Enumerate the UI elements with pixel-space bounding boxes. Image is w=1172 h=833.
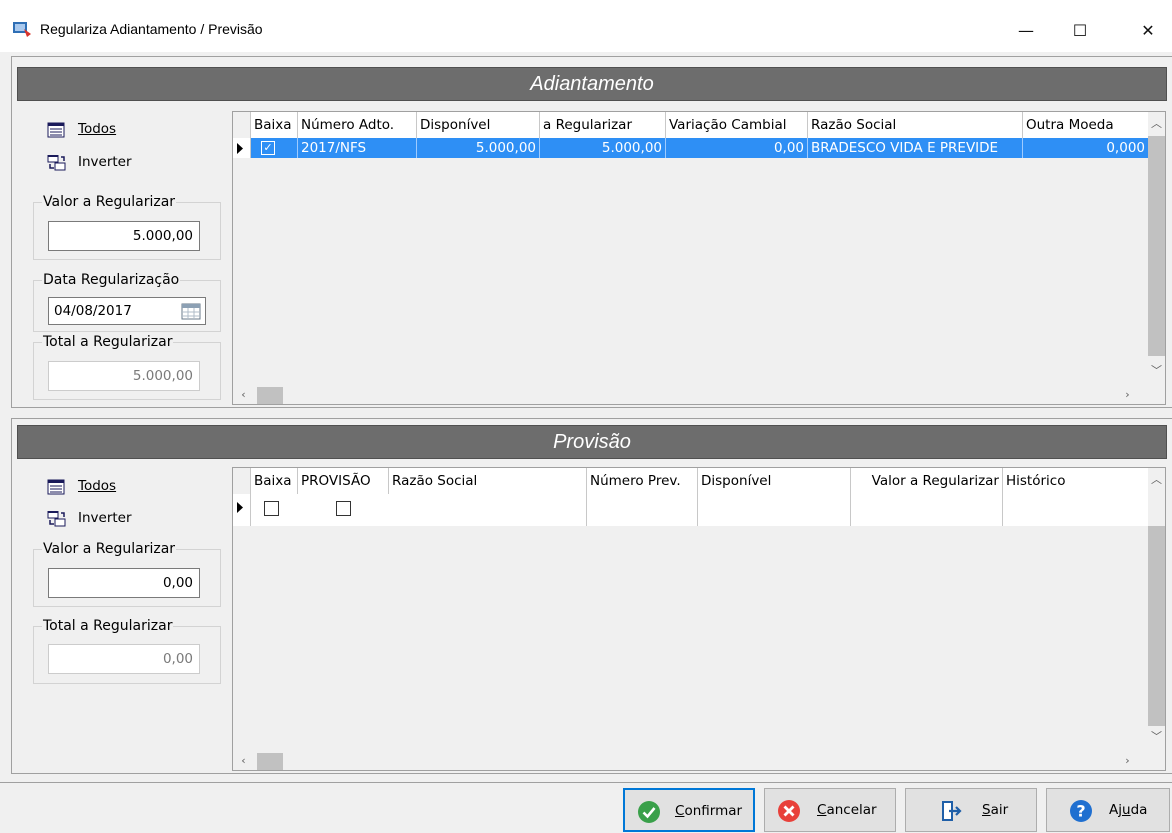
total-regularizar-label: Total a Regularizar [42, 333, 174, 351]
col-numero-prev[interactable]: Número Prev. [587, 468, 698, 526]
todos-label: Todos [78, 121, 117, 137]
scroll-left-icon[interactable]: ‹ [235, 388, 252, 401]
exit-door-icon [942, 801, 962, 821]
scroll-up-icon[interactable]: ︿ [1148, 115, 1165, 131]
adiantamento-grid[interactable]: Baixa Número Adto. Disponível a Regulari… [232, 111, 1166, 405]
scroll-thumb[interactable] [257, 753, 283, 770]
select-all-icon [47, 479, 65, 495]
provisao-grid[interactable]: Baixa PROVISÃO Razão Social Número Prev.… [232, 467, 1166, 771]
window-title: Regulariza Adiantamento / Previsão [40, 21, 263, 37]
provisao-checkbox[interactable] [336, 501, 351, 516]
valor-regularizar-label: Valor a Regularizar [42, 540, 177, 558]
adiantamento-horizontal-scrollbar[interactable]: ‹ › [233, 387, 1149, 404]
close-button[interactable]: ✕ [1136, 18, 1160, 42]
total-regularizar-group: Total a Regularizar 5.000,00 [33, 333, 221, 400]
adiantamento-grid-header: Baixa Número Adto. Disponível a Regulari… [233, 112, 1149, 138]
help-question-icon: ? [1070, 800, 1092, 822]
cell-disponivel: 5.000,00 [417, 138, 540, 158]
scroll-down-icon[interactable]: ﹀ [1148, 362, 1165, 378]
cell-baixa[interactable]: ✓ [251, 138, 298, 158]
provisao-grid-header: Baixa PROVISÃO Razão Social Número Prev.… [233, 468, 1149, 526]
invert-selection-icon [47, 155, 66, 171]
sair-button[interactable]: Sair [905, 788, 1037, 832]
scroll-up-icon[interactable]: ︿ [1148, 471, 1165, 487]
col-outra-moeda[interactable]: Outra Moeda [1023, 112, 1149, 138]
valor-regularizar-group: Valor a Regularizar 5.000,00 [33, 193, 221, 260]
total-regularizar-field: 5.000,00 [48, 361, 200, 391]
current-row-arrow-icon [237, 502, 243, 513]
data-regularizacao-value: 04/08/2017 [54, 303, 132, 319]
cancelar-button[interactable]: Cancelar [764, 788, 896, 832]
total-regularizar-group: Total a Regularizar 0,00 [33, 617, 221, 684]
todos-label: Todos [78, 478, 117, 494]
baixa-checkbox-checked[interactable]: ✓ [261, 141, 275, 155]
sair-label: Sair [982, 802, 1009, 818]
col-baixa[interactable]: Baixa [251, 468, 298, 494]
total-regularizar-label: Total a Regularizar [42, 617, 174, 635]
data-regularizacao-input[interactable]: 04/08/2017 [48, 297, 206, 325]
valor-regularizar-label: Valor a Regularizar [42, 193, 177, 211]
adiantamento-section: Adiantamento Todos Inverter Valor a Regu… [11, 56, 1172, 408]
cancelar-label: Cancelar [817, 802, 877, 818]
confirmar-button[interactable]: Confirmar [623, 788, 755, 832]
valor-regularizar-input[interactable]: 0,00 [48, 568, 200, 598]
scroll-thumb[interactable] [1148, 526, 1165, 726]
row-indicator [233, 494, 251, 526]
scroll-right-icon[interactable]: › [1119, 388, 1136, 401]
valor-regularizar-group: Valor a Regularizar 0,00 [33, 540, 221, 607]
scroll-left-icon[interactable]: ‹ [235, 754, 252, 767]
minimize-button[interactable]: — [1014, 18, 1038, 42]
ajuda-label: Ajuda [1109, 802, 1148, 818]
confirmar-label: Confirmar [675, 803, 743, 819]
col-provisao[interactable]: PROVISÃO [298, 468, 389, 494]
invert-selection-icon [47, 511, 66, 527]
check-circle-icon [638, 801, 660, 823]
col-disponivel[interactable]: Disponível [698, 468, 851, 526]
data-regularizacao-group: Data Regularização 04/08/2017 [33, 271, 221, 332]
col-historico[interactable]: Histórico [1003, 468, 1149, 526]
ajuda-button[interactable]: ? Ajuda [1046, 788, 1170, 832]
total-regularizar-field: 0,00 [48, 644, 200, 674]
col-disponivel[interactable]: Disponível [417, 112, 540, 138]
cell-a-regularizar: 5.000,00 [540, 138, 666, 158]
current-row-arrow-icon [237, 143, 243, 154]
provisao-section: Provisão Todos Inverter Valor a Regulari… [11, 418, 1172, 774]
col-variacao-cambial[interactable]: Variação Cambial [666, 112, 808, 138]
footer-divider [0, 782, 1172, 783]
provisao-vertical-scrollbar[interactable]: ︿ ﹀ [1148, 468, 1165, 753]
cell-variacao-cambial: 0,00 [666, 138, 808, 158]
provisao-banner: Provisão [17, 425, 1167, 459]
scroll-right-icon[interactable]: › [1119, 754, 1136, 767]
app-icon [13, 22, 31, 37]
cell-numero-adto: 2017/NFS [298, 138, 417, 158]
adiantamento-banner: Adiantamento [17, 67, 1167, 101]
title-bar: Regulariza Adiantamento / Previsão — ☐ ✕ [0, 0, 1172, 52]
inverter-label: Inverter [78, 510, 132, 526]
col-razao-social[interactable]: Razão Social [389, 468, 587, 526]
baixa-checkbox[interactable] [264, 501, 279, 516]
table-row[interactable]: ✓ 2017/NFS 5.000,00 5.000,00 0,00 BRADES… [233, 138, 1149, 158]
scroll-down-icon[interactable]: ﹀ [1148, 728, 1165, 744]
row-indicator-header [233, 112, 251, 138]
valor-regularizar-input[interactable]: 5.000,00 [48, 221, 200, 251]
inverter-label: Inverter [78, 154, 132, 170]
col-valor-regularizar[interactable]: Valor a Regularizar [851, 468, 1003, 526]
col-baixa[interactable]: Baixa [251, 112, 298, 138]
row-indicator [233, 138, 251, 158]
svg-text:?: ? [1076, 802, 1085, 821]
cell-razao-social: BRADESCO VIDA E PREVIDE [808, 138, 1023, 158]
data-regularizacao-label: Data Regularização [42, 271, 181, 289]
cancel-x-circle-icon [778, 800, 800, 822]
calendar-icon[interactable] [181, 302, 201, 320]
cell-outra-moeda: 0,000 [1023, 138, 1149, 158]
col-a-regularizar[interactable]: a Regularizar [540, 112, 666, 138]
scroll-thumb[interactable] [1148, 136, 1165, 356]
col-razao-social[interactable]: Razão Social [808, 112, 1023, 138]
adiantamento-vertical-scrollbar[interactable]: ︿ ﹀ [1148, 112, 1165, 387]
scroll-thumb[interactable] [257, 387, 283, 404]
col-numero-adto[interactable]: Número Adto. [298, 112, 417, 138]
select-all-icon [47, 122, 65, 138]
provisao-horizontal-scrollbar[interactable]: ‹ › [233, 753, 1149, 770]
maximize-button[interactable]: ☐ [1068, 18, 1092, 42]
